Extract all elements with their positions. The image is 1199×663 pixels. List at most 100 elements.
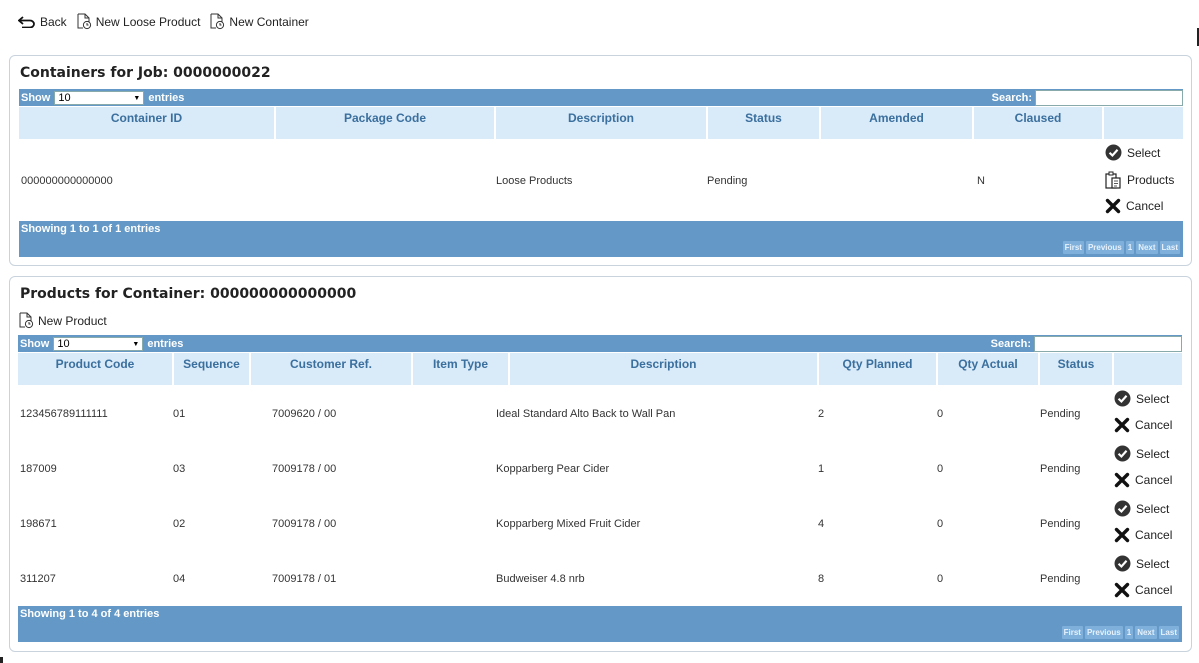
new-container-label: New Container [229, 14, 309, 29]
cancel-button[interactable]: Cancel [1114, 527, 1172, 543]
table-row: 311207 04 7009178 / 01 Budweiser 4.8 nrb… [18, 552, 1182, 607]
select-button[interactable]: Select [1114, 390, 1169, 407]
products-table-controls: Show 10 ▼ entries Search: [18, 335, 1182, 352]
new-document-icon [19, 312, 34, 329]
qty-actual: 0 [937, 518, 944, 530]
col-customer-ref[interactable]: Customer Ref. [251, 353, 411, 385]
page-last[interactable]: Last [1159, 241, 1180, 254]
x-icon [1105, 198, 1121, 214]
col-actions [1114, 353, 1182, 385]
products-title: Products for Container: 000000000000000 [20, 286, 357, 302]
check-circle-icon [1114, 500, 1131, 517]
sequence: 04 [173, 573, 186, 585]
qty-planned: 1 [818, 463, 825, 475]
pagination: First Previous 1 Next Last [1062, 241, 1180, 254]
col-sequence[interactable]: Sequence [174, 353, 249, 385]
customer-ref: 7009178 / 00 [272, 463, 337, 475]
pagination: First Previous 1 Next Last [1061, 626, 1179, 639]
back-button[interactable]: Back [18, 15, 67, 29]
products-label: Products [1127, 173, 1175, 187]
entries-value: 10 [58, 92, 71, 104]
qty-actual: 0 [937, 573, 944, 585]
col-status[interactable]: Status [1040, 353, 1112, 385]
status: Pending [1040, 408, 1081, 420]
page-first[interactable]: First [1061, 626, 1083, 639]
container-id: 000000000000000 [21, 175, 113, 187]
col-description[interactable]: Description [510, 353, 817, 385]
col-qty-actual[interactable]: Qty Actual [938, 353, 1038, 385]
col-product-code[interactable]: Product Code [18, 353, 172, 385]
col-claused[interactable]: Claused [974, 107, 1102, 139]
sequence: 01 [173, 408, 186, 420]
col-item-type[interactable]: Item Type [413, 353, 508, 385]
product-code: 187009 [20, 463, 57, 475]
qty-planned: 8 [818, 573, 825, 585]
x-icon [1114, 582, 1130, 598]
entries-select[interactable]: 10 ▼ [54, 91, 145, 105]
container-status: Pending [707, 175, 748, 187]
select-label: Select [1136, 391, 1170, 406]
page-next[interactable]: Next [1136, 241, 1158, 254]
search-label: Search: [991, 92, 1032, 104]
col-container-id[interactable]: Container ID [19, 107, 274, 139]
check-circle-icon [1105, 144, 1122, 161]
entries-control: Show 10 ▼ entries [21, 91, 184, 105]
cancel-button[interactable]: Cancel [1114, 417, 1172, 433]
new-product-label: New Product [38, 313, 107, 328]
description: Kopparberg Mixed Fruit Cider [496, 518, 641, 530]
new-container-button[interactable]: New Container [210, 13, 309, 30]
table-row: 198671 02 7009178 / 00 Kopparberg Mixed … [18, 497, 1182, 552]
table-info: Showing 1 to 4 of 4 entries [20, 608, 160, 620]
col-amended[interactable]: Amended [821, 107, 972, 139]
page-next[interactable]: Next [1135, 626, 1157, 639]
containers-panel: Containers for Job: 0000000022 Show 10 ▼… [9, 55, 1192, 266]
description: Budweiser 4.8 nrb [496, 573, 585, 585]
products-button[interactable]: Products [1105, 171, 1174, 189]
new-product-button[interactable]: New Product [19, 312, 107, 329]
new-document-icon [77, 13, 91, 30]
x-icon [1114, 472, 1130, 488]
customer-ref: 7009178 / 01 [272, 573, 337, 585]
new-loose-product-button[interactable]: New Loose Product [77, 13, 200, 30]
col-description[interactable]: Description [496, 107, 706, 139]
col-qty-planned[interactable]: Qty Planned [819, 353, 936, 385]
select-button[interactable]: Select [1114, 500, 1169, 517]
search-input[interactable] [1035, 90, 1183, 106]
col-status[interactable]: Status [708, 107, 819, 139]
back-arrow-icon [18, 15, 35, 28]
search-control: Search: [991, 336, 1182, 352]
page-previous[interactable]: Previous [1085, 241, 1124, 254]
chevron-down-icon: ▼ [133, 94, 141, 102]
page-previous[interactable]: Previous [1084, 626, 1123, 639]
select-button[interactable]: Select [1114, 555, 1169, 572]
cancel-label: Cancel [1135, 473, 1173, 487]
page-last[interactable]: Last [1158, 626, 1179, 639]
status: Pending [1040, 573, 1081, 585]
select-label: Select [1127, 145, 1161, 160]
col-package-code[interactable]: Package Code [276, 107, 494, 139]
page-first[interactable]: First [1062, 241, 1084, 254]
entries-label: entries [148, 92, 185, 104]
cancel-button[interactable]: Cancel [1105, 198, 1163, 214]
qty-planned: 4 [818, 518, 825, 530]
entries-value: 10 [57, 338, 70, 350]
select-button[interactable]: Select [1105, 144, 1160, 161]
select-label: Select [1136, 556, 1170, 571]
select-button[interactable]: Select [1114, 445, 1169, 462]
cancel-button[interactable]: Cancel [1114, 472, 1172, 488]
bottom-left-mark [0, 657, 3, 663]
cancel-button[interactable]: Cancel [1114, 582, 1172, 598]
product-code: 123456789111111 [20, 408, 108, 420]
page-1[interactable]: 1 [1124, 626, 1134, 639]
entries-select[interactable]: 10 ▼ [53, 337, 144, 351]
select-label: Select [1136, 446, 1170, 461]
table-row: 187009 03 7009178 / 00 Kopparberg Pear C… [18, 442, 1182, 497]
entries-label: entries [147, 338, 184, 350]
status: Pending [1040, 518, 1081, 530]
top-toolbar: Back New Loose Product New Container [18, 13, 309, 30]
customer-ref: 7009178 / 00 [272, 518, 337, 530]
cancel-label: Cancel [1135, 583, 1173, 597]
search-input[interactable] [1034, 336, 1182, 352]
page-1[interactable]: 1 [1125, 241, 1135, 254]
containers-title: Containers for Job: 0000000022 [20, 65, 271, 81]
